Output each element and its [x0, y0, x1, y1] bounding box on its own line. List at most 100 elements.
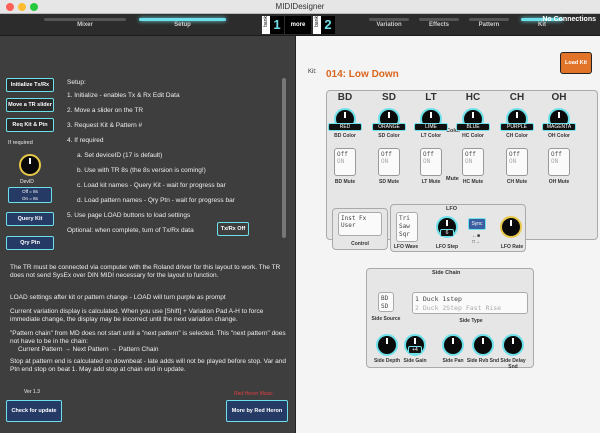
lfo-rate-knob[interactable] — [500, 216, 522, 238]
ch-color-label: CH Color — [506, 133, 528, 139]
tab-pattern[interactable]: Pattern — [465, 16, 513, 34]
zoom-window-button[interactable] — [30, 3, 38, 11]
lfo-arrows-icon: ←■ □→ — [472, 233, 481, 245]
more-button[interactable]: more — [285, 16, 311, 34]
oh-mute-off[interactable]: Off — [551, 151, 567, 158]
sd-mute-off[interactable]: Off — [381, 151, 397, 158]
step-5: 5. Use page LOAD buttons to load setting… — [67, 212, 191, 219]
control-list[interactable]: Inst Fx User — [338, 212, 382, 236]
lt-mute-off[interactable]: Off — [423, 151, 439, 158]
lfo-wave-list[interactable]: Tri Saw Sqr — [396, 212, 418, 242]
red-heron-label: Red Heron Music — [234, 391, 273, 397]
devid-label: DevID — [20, 179, 34, 185]
lt-mute-on[interactable]: ON — [423, 158, 439, 165]
close-window-button[interactable] — [6, 3, 14, 11]
hc-mute-off[interactable]: Off — [465, 151, 481, 158]
tab-pattern-label: Pattern — [478, 22, 500, 28]
sd-color-label: SD Color — [378, 133, 400, 139]
query-pattern-button[interactable]: Qry Ptn — [6, 236, 54, 250]
sd-mute-list[interactable]: Off ON — [378, 148, 400, 176]
lfo-wave-saw[interactable]: Saw — [399, 223, 415, 231]
tab-mixer[interactable]: Mixer — [40, 16, 130, 34]
side-pan-knob[interactable] — [442, 334, 464, 356]
side-type-duck2[interactable]: 2 Duck 2Step Fast Rise — [415, 304, 525, 313]
bank-1-button[interactable]: 1 — [270, 16, 284, 34]
oh-mute-on[interactable]: ON — [551, 158, 567, 165]
side-depth-knob[interactable] — [376, 334, 398, 356]
bd-mute-off[interactable]: Off — [337, 151, 353, 158]
ch-mute-off[interactable]: Off — [509, 151, 525, 158]
side-source-sd[interactable]: SD — [381, 303, 391, 311]
col-lt-header: LT — [425, 92, 437, 103]
ch-color-value: PURPLE — [500, 123, 534, 131]
move-slider-button[interactable]: Move a TR slider — [6, 98, 54, 112]
step-4c: c. Load kit names - Query Kit - wait for… — [77, 182, 226, 189]
kit-label: Kit: — [308, 69, 317, 75]
step-4a: a. Set deviceID (17 is default) — [77, 152, 163, 159]
side-type-list[interactable]: 1 Duck 1step 2 Duck 2Step Fast Rise — [412, 292, 528, 314]
para-load: LOAD settings after kit or pattern chang… — [10, 294, 226, 301]
bd-mute-label: BD Mute — [334, 179, 356, 185]
col-oh-header: OH — [551, 92, 567, 103]
req-kit-ptn-button[interactable]: Req Kit & Ptn — [6, 118, 54, 132]
control-option-instfx[interactable]: Inst Fx — [341, 215, 379, 222]
control-option-user[interactable]: User — [341, 222, 379, 229]
init-txrx-button[interactable]: Initialize Tx/Rx — [6, 78, 54, 92]
sd-mute-on[interactable]: ON — [381, 158, 397, 165]
lt-mute-list[interactable]: Off ON — [420, 148, 442, 176]
kit-panel: Kit: 014: Low Down Load Kit Color Mute B… — [296, 36, 600, 433]
setup-heading: Setup: — [67, 79, 86, 86]
para-variation: Current variation display is calculated.… — [10, 308, 264, 323]
kit-name: 014: Low Down — [326, 69, 399, 80]
tr8s-toggle[interactable]: Off = 8s On = 8s — [8, 187, 52, 203]
side-type-duck1[interactable]: 1 Duck 1step — [415, 295, 525, 304]
side-rvb-knob[interactable] — [472, 334, 494, 356]
devid-knob[interactable] — [19, 154, 41, 176]
side-delay-knob[interactable] — [502, 334, 524, 356]
lt-color-label: LT Color — [420, 133, 442, 139]
bd-color-value: RED — [328, 123, 362, 131]
load-kit-button[interactable]: Load Kit — [560, 52, 592, 74]
tab-setup[interactable]: Setup — [135, 16, 230, 34]
col-sd-header: SD — [382, 92, 396, 103]
bd-mute-on[interactable]: ON — [337, 158, 353, 165]
control-label: Control — [351, 241, 369, 247]
side-source-list[interactable]: BD SD — [378, 292, 394, 312]
lfo-wave-label: LFO Wave — [393, 244, 419, 250]
side-source-bd[interactable]: BD — [381, 295, 391, 303]
step-4d: d. Load pattern names - Qry Ptn - wait f… — [77, 197, 235, 204]
side-type-label: Side Type — [459, 318, 483, 324]
side-gain-value: +4 — [408, 346, 422, 354]
lt-color-value: LIME — [414, 123, 448, 131]
oh-mute-list[interactable]: Off ON — [548, 148, 570, 176]
sd-mute-label: SD Mute — [379, 179, 399, 185]
lfo-title: LFO — [446, 206, 457, 212]
ch-mute-label: CH Mute — [506, 179, 528, 185]
connection-status: No Connections — [542, 16, 596, 23]
lfo-wave-tri[interactable]: Tri — [399, 215, 415, 223]
ch-mute-list[interactable]: Off ON — [506, 148, 528, 176]
tab-effects-label: Effects — [428, 22, 449, 28]
hc-mute-list[interactable]: Off ON — [462, 148, 484, 176]
window-titlebar: MIDIDesigner — [0, 0, 600, 14]
hc-mute-on[interactable]: ON — [465, 158, 481, 165]
bd-mute-list[interactable]: Off ON — [334, 148, 356, 176]
tab-mixer-label: Mixer — [77, 22, 93, 28]
tab-setup-label: Setup — [174, 22, 191, 28]
ch-mute-on[interactable]: ON — [509, 158, 525, 165]
minimize-window-button[interactable] — [18, 3, 26, 11]
more-by-red-heron-button[interactable]: More by Red Heron — [226, 400, 288, 422]
check-update-button[interactable]: Check for update — [6, 400, 62, 422]
lfo-rate-label: LFO Rate — [500, 244, 524, 250]
setup-panel: Initialize Tx/Rx Move a TR slider Req Ki… — [0, 36, 296, 433]
lfo-sync-button[interactable]: Sync — [468, 218, 486, 230]
para-chain-flow: Current Pattern → Next Pattern → Pattern… — [18, 346, 159, 353]
tab-effects[interactable]: Effects — [415, 16, 463, 34]
tab-variation[interactable]: Variation — [365, 16, 413, 34]
txrx-off-button[interactable]: Tx/Rx Off — [217, 222, 249, 236]
hc-color-label: HC Color — [462, 133, 484, 139]
bank-2-button[interactable]: 2 — [321, 16, 335, 34]
query-kit-button[interactable]: Query Kit — [6, 212, 54, 226]
lfo-wave-sqr[interactable]: Sqr — [399, 231, 415, 239]
setup-scrollbar[interactable] — [282, 78, 286, 238]
